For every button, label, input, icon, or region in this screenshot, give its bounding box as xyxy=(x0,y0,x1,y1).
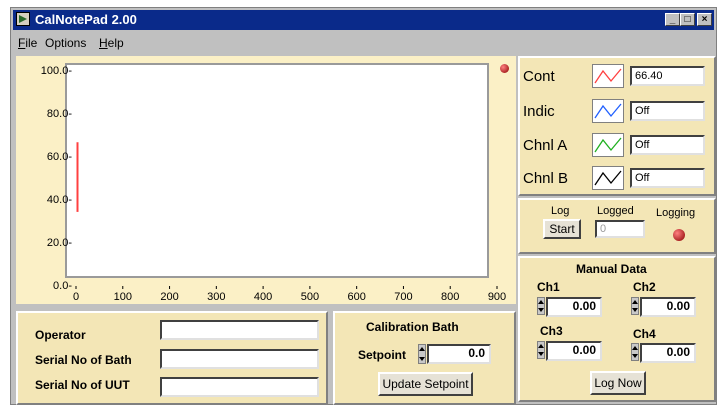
operator-field[interactable] xyxy=(160,320,319,340)
logging-indicator-led xyxy=(673,229,685,241)
ch2-input[interactable]: 0.00 xyxy=(640,297,696,317)
setpoint-label: Setpoint xyxy=(358,348,406,362)
x-tick-label: 700 xyxy=(394,291,412,303)
channel-plot-style-icon[interactable] xyxy=(592,64,624,88)
channel-label: Chnl B xyxy=(523,170,569,187)
channel-value-field: Off xyxy=(630,101,705,121)
channel-plot-style-icon[interactable] xyxy=(592,99,624,123)
ch4-spinner[interactable] xyxy=(631,343,639,361)
log-label: Log xyxy=(551,205,570,217)
calibration-title: Calibration Bath xyxy=(366,320,459,334)
channel-label: Chnl A xyxy=(523,137,568,154)
ch3-label: Ch3 xyxy=(540,324,563,338)
update-setpoint-button[interactable]: Update Setpoint xyxy=(378,372,473,396)
x-tick-label: 300 xyxy=(207,291,225,303)
logged-count-field: 0 xyxy=(595,220,645,238)
channel-label: Cont xyxy=(523,68,555,85)
ch1-spinner[interactable] xyxy=(537,297,545,315)
y-tick-label: 20.0- xyxy=(47,237,72,249)
x-tick-label: 800 xyxy=(441,291,459,303)
x-tick-label: 500 xyxy=(301,291,319,303)
logged-label: Logged xyxy=(597,205,634,217)
log-now-button[interactable]: Log Now xyxy=(590,371,646,395)
setpoint-input[interactable]: 0.0 xyxy=(427,344,491,364)
ch3-spinner[interactable] xyxy=(537,341,545,359)
setpoint-spinner[interactable] xyxy=(418,344,426,364)
ch2-spinner[interactable] xyxy=(631,297,639,315)
ch4-input[interactable]: 0.00 xyxy=(640,343,696,363)
ch3-input[interactable]: 0.00 xyxy=(546,341,602,361)
ch4-label: Ch4 xyxy=(633,327,656,341)
serial-bath-label: Serial No of Bath xyxy=(35,353,132,367)
x-tick-label: 600 xyxy=(347,291,365,303)
y-tick-label: 80.0- xyxy=(47,108,72,120)
serial-uut-label: Serial No of UUT xyxy=(35,378,130,392)
ch1-input[interactable]: 0.00 xyxy=(546,297,602,317)
x-tick-label: 100 xyxy=(114,291,132,303)
manual-data-title: Manual Data xyxy=(576,262,647,276)
channel-plot-style-icon[interactable] xyxy=(592,133,624,157)
serial-bath-field[interactable] xyxy=(160,349,319,369)
y-tick-label: 40.0- xyxy=(47,194,72,206)
x-tick-label: 0 xyxy=(73,291,79,303)
channel-value-field: Off xyxy=(630,135,705,155)
y-tick-label: 60.0- xyxy=(47,151,72,163)
serial-uut-field[interactable] xyxy=(160,377,319,397)
start-log-button[interactable]: Start xyxy=(543,219,581,239)
ch1-label: Ch1 xyxy=(537,280,560,294)
channel-plot-style-icon[interactable] xyxy=(592,166,624,190)
y-tick-label: 100.0- xyxy=(41,65,73,77)
x-tick-label: 200 xyxy=(160,291,178,303)
operator-label: Operator xyxy=(35,328,86,342)
y-tick-label: 0.0- xyxy=(53,280,72,292)
x-tick-label: 900 xyxy=(488,291,506,303)
ch2-label: Ch2 xyxy=(633,280,656,294)
channel-value-field: 66.40 xyxy=(630,66,705,86)
channel-label: Indic xyxy=(523,103,555,120)
channel-value-field: Off xyxy=(630,168,705,188)
chart-status-indicator xyxy=(500,64,509,73)
x-tick-label: 400 xyxy=(254,291,272,303)
logging-label: Logging xyxy=(656,207,696,219)
